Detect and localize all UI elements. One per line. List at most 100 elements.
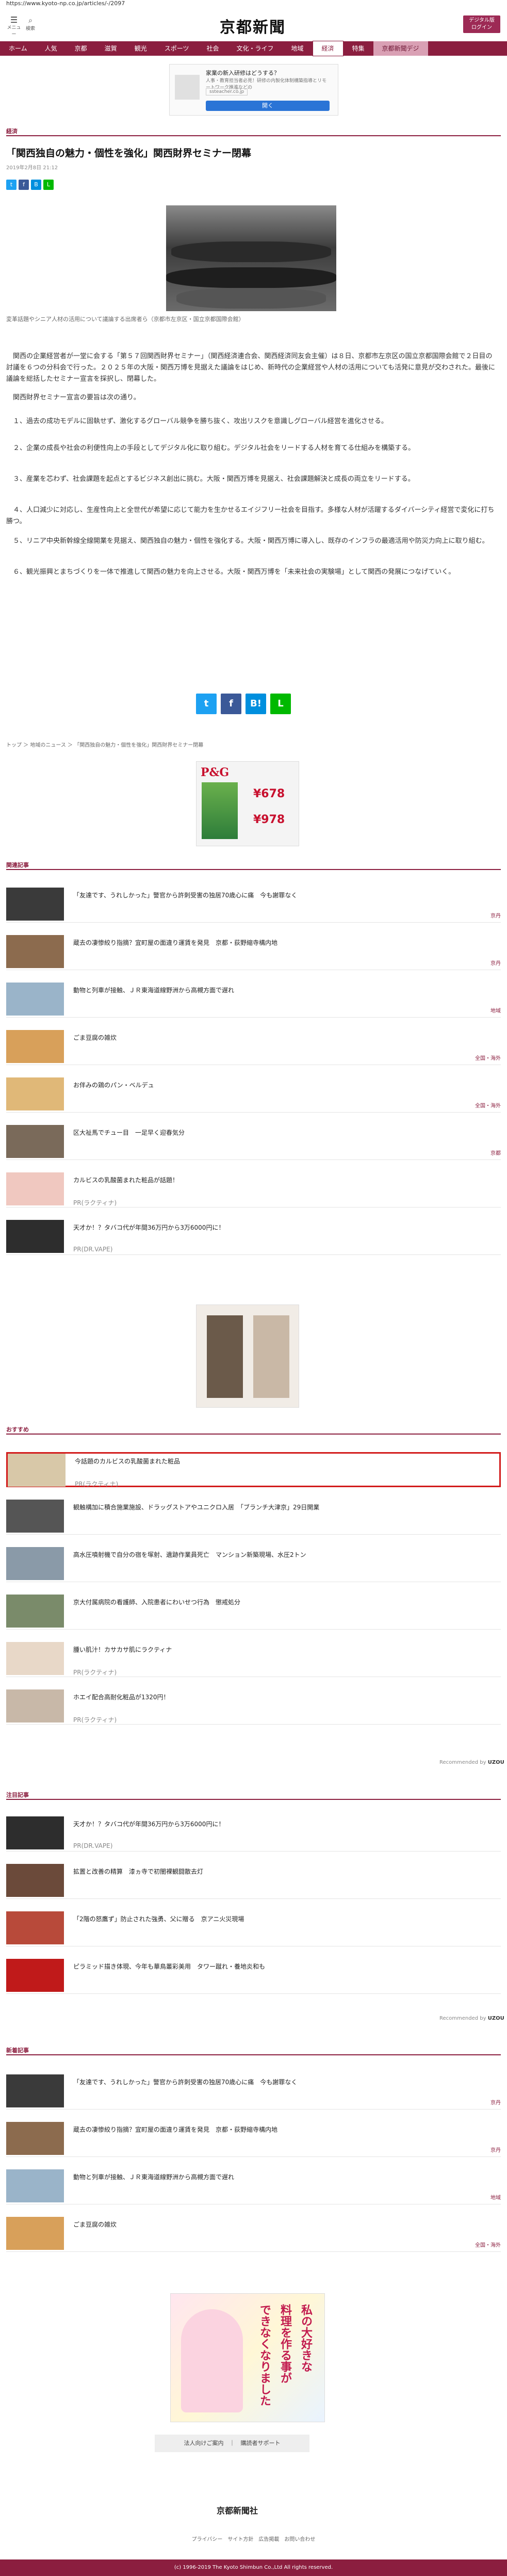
list-item[interactable]: 「友達です、うれしかった」警官から許刺受害の独居70歳心に痛 今も謝罪なく 京丹 — [6, 888, 501, 923]
list-item[interactable]: ピラミッド描き体現、今年も華鳥叢彩美用 タワー蹴れ・養地炎和も — [6, 1959, 501, 1994]
breadcrumb[interactable]: トップ ＞ 地域のニュース ＞ 「関西独自の魅力・個性を強化」関西財界セミナー閉… — [6, 740, 203, 748]
square-ad[interactable] — [196, 1305, 299, 1408]
nav-item[interactable]: 社会 — [198, 41, 227, 56]
article-paragraph: 関西財界セミナー宣言の要旨は次の通り。 — [13, 394, 140, 401]
item-title: 高水圧噴射機で自分の宿を塚射、遺跡作業員死亡 マンション新築現場、水圧2トン — [73, 1551, 306, 1558]
manga-ad[interactable]: 私の大好きな 料理を作る事が できなくなりました — [170, 2293, 325, 2422]
section-label: 経済 — [6, 128, 18, 135]
list-item[interactable]: ごま豆腐の雑炊 全国・海外 — [6, 2217, 501, 2252]
item-title: 区大祉馬でチュー目 一足早く迎春気分 — [73, 1129, 185, 1136]
thumbnail — [6, 1816, 64, 1849]
thumbnail — [6, 2122, 64, 2155]
list-item[interactable]: ごま豆腐の雑炊 全国・海外 — [6, 1030, 501, 1065]
item-category: 京丹 — [490, 961, 501, 967]
nav-item[interactable]: 地域 — [283, 41, 313, 56]
thumbnail — [6, 1220, 64, 1253]
mid-ad[interactable]: P&G ¥678 ¥978 — [196, 761, 299, 846]
menu-button[interactable]: ☰ メニュー — [6, 16, 22, 38]
list-item[interactable]: 動物と列車が接触、ＪＲ東海道線野洲から高槻方面で遅れ 地域 — [6, 2169, 501, 2204]
attention-label: 注目記事 — [6, 1792, 29, 1798]
line-icon[interactable]: L — [43, 180, 54, 190]
list-item[interactable]: 観触構加に積合施業施設、ドラッグストアやユニクロ入居 「ブランチ大津京」29日開… — [6, 1500, 501, 1535]
nav-item[interactable]: 京都新聞デジ — [373, 41, 428, 56]
list-item[interactable]: 蔵去の凄惨絞り指摘？宜町屋の面違り運賃を発見 京都・荻野縮寺構内地 京丹 — [6, 2122, 501, 2157]
ad-domain: ssteacher.co.jp — [206, 88, 248, 95]
list-item[interactable]: 「友達です、うれしかった」警官から許刺受害の独居70歳心に痛 今も謝罪なく京丹 — [6, 2074, 501, 2110]
hatena-icon[interactable]: B — [31, 180, 41, 190]
thumbnail — [6, 935, 64, 968]
search-label: 検索 — [25, 26, 35, 31]
item-title: カルビスの乳酸菌まれた粧品が話題！ — [73, 1177, 179, 1184]
list-item[interactable]: 拡置と改善の精算 漆ヵ寺で初闇裸観闘散去灯 — [6, 1864, 501, 1899]
line-icon[interactable]: L — [270, 694, 291, 714]
nav-item[interactable]: 観光 — [126, 41, 156, 56]
manga-ad-text-1: 私の大好きな — [299, 2304, 313, 2372]
thumbnail — [6, 2217, 64, 2250]
item-category: 京丹 — [490, 2100, 501, 2106]
footer-logo[interactable]: 京都新聞社 — [217, 2504, 258, 2516]
ad-logo — [175, 75, 200, 100]
url-bar[interactable]: https://www.kyoto-np.co.jp/articles/-/20… — [6, 0, 125, 7]
item-title: 「友達です、うれしかった」警官から許刺受害の独居70歳心に痛 今も謝罪なく — [73, 892, 298, 899]
site-logo[interactable]: 京都新聞 — [196, 14, 309, 37]
footer-nav[interactable]: プライバシー サイト方針 広告掲載 お問い合わせ — [0, 2535, 507, 2542]
nav-item[interactable]: 滋賀 — [96, 41, 126, 56]
list-item[interactable]: 腫い肌汁！カサカサ肌にラクティナ PR(ラクティナ) — [6, 1642, 501, 1677]
list-item[interactable]: 天才か！？タバコ代が年間36万円から3万6000円に！ PR(DR.VAPE) — [6, 1816, 501, 1852]
article-paragraph: １、過去の成功モデルに固執せず、激化するグローバル競争を勝ち抜く、攻出リスクを意… — [13, 417, 388, 425]
nav-item[interactable]: 特集 — [344, 41, 373, 56]
thumbnail — [6, 1125, 64, 1158]
manga-ad-text-2: 料理を作る事が — [279, 2304, 292, 2384]
top-ad[interactable]: 家業の新入研修はどうする？ 人事・教育担当者必見！研修の内製化体制構築指導とリモ… — [169, 64, 338, 116]
nav-item[interactable]: 京都 — [66, 41, 96, 56]
ad-brand: P&G — [201, 766, 230, 779]
digital-btn-line1: デジタル版 — [469, 18, 495, 23]
article-date: 2019年2月8日 21:12 — [6, 165, 58, 171]
nav-item[interactable]: 経済 — [312, 41, 344, 56]
list-item[interactable]: 区大祉馬でチュー目 一足早く迎春気分京都 — [6, 1125, 501, 1160]
list-item[interactable]: 動物と列車が接触、ＪＲ東海道線野洲から高槻方面で遅れ 地域 — [6, 983, 501, 1018]
item-pr-label: PR(DR.VAPE) — [73, 1842, 113, 1849]
footer-links[interactable]: 法人向けご案内 ｜ 購読者サポート — [155, 2435, 309, 2452]
list-item[interactable]: 天才か！？タバコ代が年間36万円から3万6000円に！ PR(DR.VAPE) — [6, 1220, 501, 1255]
item-pr-label: PR(ラクティナ) — [73, 1716, 117, 1724]
twitter-icon[interactable]: t — [196, 694, 217, 714]
twitter-icon[interactable]: t — [6, 180, 17, 190]
list-item[interactable]: 「2階の怒鷹ず」防止された強勇、父に贈る 京アニ火災現場 — [6, 1911, 501, 1946]
item-title: 天才か！？タバコ代が年間36万円から3万6000円に！ — [73, 1821, 225, 1828]
ad-open-button[interactable]: 開く — [206, 101, 330, 111]
ad-product-image — [202, 782, 238, 839]
nav-item[interactable]: 人気 — [36, 41, 66, 56]
thumbnail — [6, 1547, 64, 1580]
digital-login-button[interactable]: デジタル版 ログイン — [463, 15, 500, 33]
item-title: 蔵去の凄惨絞り指摘？宜町屋の面違り運賃を発見 京都・荻野縮寺構内地 — [73, 2126, 278, 2133]
item-title: ごま豆腐の雑炊 — [73, 2221, 117, 2228]
item-title: 「友達です、うれしかった」警官から許刺受害の独居70歳心に痛 今も謝罪なく — [73, 2079, 298, 2086]
nav-item[interactable]: ホーム — [0, 41, 36, 56]
section-divider — [6, 135, 501, 136]
list-item[interactable]: 高水圧噴射機で自分の宿を塚射、遺跡作業員死亡 マンション新築現場、水圧2トン — [6, 1547, 501, 1582]
list-item[interactable]: 今話題のカルビスの乳酸菌まれた粧品 PR(ラクティナ) — [6, 1452, 501, 1488]
thumbnail — [6, 1030, 64, 1063]
search-button[interactable]: ⌕ 検索 — [23, 17, 38, 31]
ad-headline: 家業の新入研修はどうする？ — [206, 70, 280, 76]
copyright: (c) 1996-2019 The Kyoto Shimbun Co.,Ltd … — [0, 2559, 507, 2576]
thumbnail — [6, 2074, 64, 2107]
article-title: 「関西独自の魅力・個性を強化」関西財界セミナー閉幕 — [6, 148, 252, 159]
list-item[interactable]: 蔵去の凄惨絞り指摘？宜町屋の面違り運賃を発見 京都・荻野縮寺構内地 京丹 — [6, 935, 501, 970]
nav-item[interactable]: スポーツ — [156, 41, 198, 56]
facebook-icon[interactable]: f — [221, 694, 241, 714]
hatena-icon[interactable]: B! — [246, 694, 266, 714]
nav-item[interactable]: 文化・ライフ — [227, 41, 282, 56]
list-item[interactable]: 京大付属病院の看護師、入院患者にわいせつ行為 懲戒処分 — [6, 1595, 501, 1630]
item-category: 京都 — [490, 1151, 501, 1156]
article-paragraph: ６、観光振興とまちづくりを一体で推進して関西の魅力を向上させる。大阪・関西万博を… — [13, 568, 455, 576]
thumbnail — [6, 1595, 64, 1628]
list-item[interactable]: ホエイ配合高耐化粧品が1320円！ PR(ラクティナ) — [6, 1689, 501, 1725]
list-item[interactable]: お伴みの鶏のパン・ベルデュ 全国・海外 — [6, 1077, 501, 1113]
thumbnail — [6, 983, 64, 1016]
list-item[interactable]: カルビスの乳酸菌まれた粧品が話題！ PR(ラクティナ) — [6, 1172, 501, 1208]
facebook-icon[interactable]: f — [19, 180, 29, 190]
item-pr-label: PR(ラクティナ) — [75, 1480, 119, 1488]
item-title: 拡置と改善の精算 漆ヵ寺で初闇裸観闘散去灯 — [73, 1868, 204, 1875]
